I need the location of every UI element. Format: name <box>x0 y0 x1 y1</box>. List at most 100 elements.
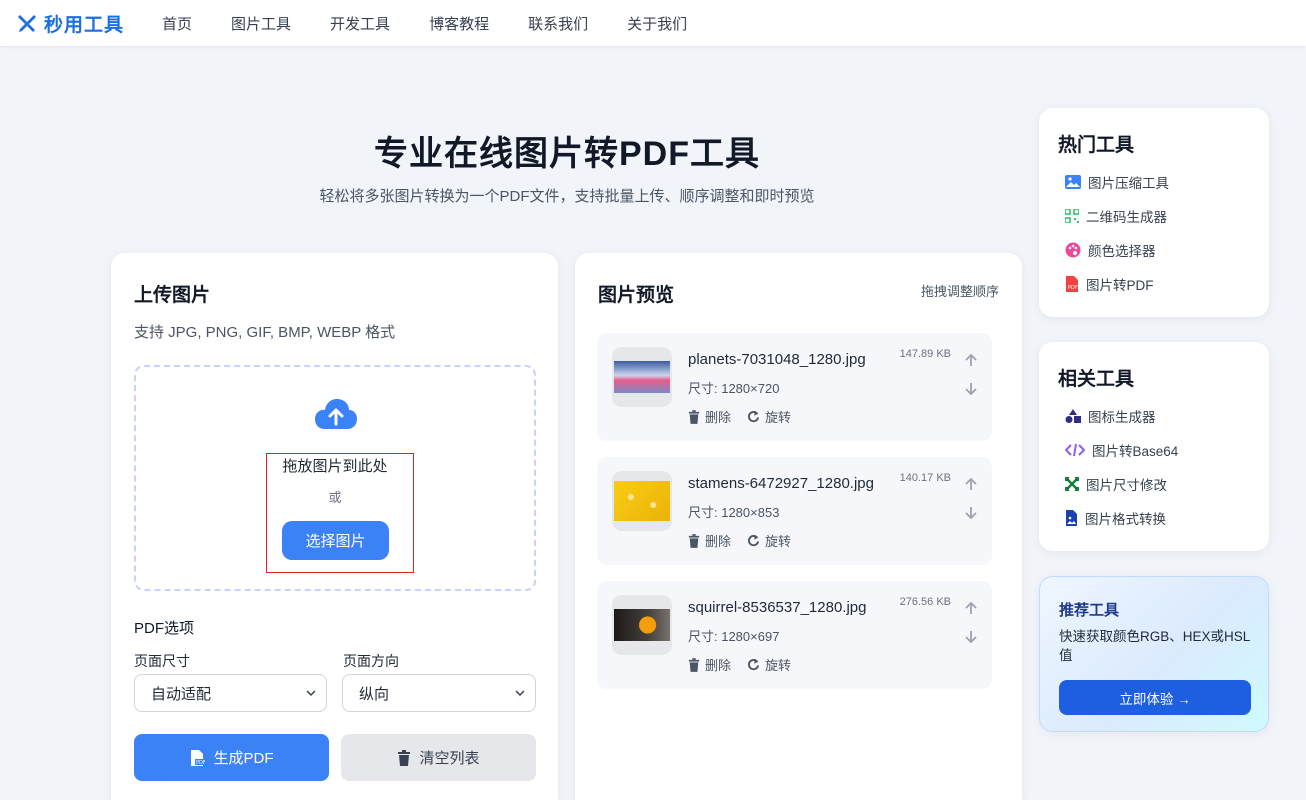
delete-label: 删除 <box>705 534 732 549</box>
hot-tool-qrcode[interactable]: 二维码生成器 <box>1065 206 1167 226</box>
move-down-icon[interactable] <box>964 382 978 396</box>
clear-list-button[interactable]: 清空列表 <box>341 734 536 781</box>
qrcode-icon <box>1065 209 1079 223</box>
shapes-icon <box>1065 409 1081 423</box>
generate-pdf-button[interactable]: PDF 生成PDF <box>134 734 329 781</box>
file-dimensions: 尺寸: 1280×697 <box>688 629 780 644</box>
hot-tools-card: 热门工具 图片压缩工具 二维码生成器 颜色选择器 PDF 图片转PDF <box>1039 108 1269 317</box>
move-up-icon[interactable] <box>964 477 978 491</box>
page-size-label: 页面尺寸 <box>134 653 190 669</box>
nav-dev-tools[interactable]: 开发工具 <box>330 13 390 34</box>
file-thumbnail <box>612 347 672 407</box>
delete-label: 删除 <box>705 410 732 425</box>
file-thumbnail <box>612 595 672 655</box>
move-down-icon[interactable] <box>964 506 978 520</box>
orientation-select[interactable]: 纵向 <box>342 674 536 712</box>
delete-button[interactable]: 删除 <box>688 531 731 550</box>
svg-text:PDF: PDF <box>196 760 205 766</box>
code-icon <box>1065 443 1085 457</box>
file-dimensions: 尺寸: 1280×853 <box>688 505 780 520</box>
related-tool-icon-generator[interactable]: 图标生成器 <box>1065 406 1156 426</box>
related-tool-label: 图片转Base64 <box>1092 444 1179 459</box>
chevron-down-icon <box>515 690 525 697</box>
file-name: stamens-6472927_1280.jpg <box>688 475 874 492</box>
file-item[interactable]: planets-7031048_1280.jpg 147.89 KB 尺寸: 1… <box>597 333 992 441</box>
file-image-icon <box>1066 510 1077 526</box>
related-tool-format-convert[interactable]: 图片格式转换 <box>1065 508 1166 528</box>
trash-icon <box>688 657 700 672</box>
orientation-value: 纵向 <box>359 685 390 703</box>
page-subtitle: 轻松将多张图片转换为一个PDF文件，支持批量上传、顺序调整和即时预览 <box>319 188 815 205</box>
supported-formats: 支持 JPG, PNG, GIF, BMP, WEBP 格式 <box>134 324 396 341</box>
nav-home[interactable]: 首页 <box>162 13 192 34</box>
page-size-select[interactable]: 自动适配 <box>134 674 327 712</box>
hot-tool-label: 颜色选择器 <box>1088 244 1156 259</box>
rotate-button[interactable]: 旋转 <box>747 407 791 426</box>
generate-pdf-label: 生成PDF <box>213 750 274 767</box>
nav-image-tools[interactable]: 图片工具 <box>231 13 291 34</box>
related-tool-label: 图片尺寸修改 <box>1086 478 1167 493</box>
file-name: squirrel-8536537_1280.jpg <box>688 599 867 616</box>
file-item[interactable]: squirrel-8536537_1280.jpg 276.56 KB 尺寸: … <box>597 581 992 689</box>
promo-description: 快速获取颜色RGB、HEX或HSL值 <box>1059 629 1251 663</box>
file-pdf-icon: PDF <box>191 749 206 766</box>
trash-icon <box>688 409 700 424</box>
hot-tool-label: 二维码生成器 <box>1086 210 1167 225</box>
delete-button[interactable]: 删除 <box>688 655 731 674</box>
rotate-label: 旋转 <box>765 410 792 425</box>
hot-tool-image-compress[interactable]: 图片压缩工具 <box>1065 172 1169 192</box>
tools-icon <box>18 15 36 32</box>
cloud-upload-icon <box>315 399 357 429</box>
rotate-button[interactable]: 旋转 <box>747 531 791 550</box>
hot-tool-image-to-pdf[interactable]: PDF 图片转PDF <box>1065 274 1154 294</box>
image-icon <box>1065 175 1081 189</box>
logo-text: 秒用工具 <box>44 14 125 36</box>
top-navbar: 秒用工具 首页 图片工具 开发工具 博客教程 联系我们 关于我们 <box>0 0 1306 46</box>
palette-icon <box>1065 242 1081 258</box>
highlight-box <box>266 453 414 573</box>
rotate-label: 旋转 <box>765 658 792 673</box>
delete-label: 删除 <box>705 658 732 673</box>
drag-hint: 拖拽调整顺序 <box>920 284 999 299</box>
file-pdf-icon: PDF <box>1066 276 1078 292</box>
logo[interactable]: 秒用工具 <box>16 10 124 37</box>
move-up-icon[interactable] <box>964 601 978 615</box>
resize-icon <box>1065 477 1079 491</box>
rotate-icon <box>748 658 760 671</box>
move-up-icon[interactable] <box>964 353 978 367</box>
hot-tool-label: 图片压缩工具 <box>1088 176 1169 191</box>
related-tool-label: 图标生成器 <box>1088 410 1156 425</box>
orientation-label: 页面方向 <box>343 653 399 669</box>
upload-card: 上传图片 支持 JPG, PNG, GIF, BMP, WEBP 格式 拖放图片… <box>111 253 558 800</box>
related-tool-label: 图片格式转换 <box>1085 512 1166 527</box>
nav-contact[interactable]: 联系我们 <box>528 13 588 34</box>
page-size-value: 自动适配 <box>151 685 212 703</box>
rotate-label: 旋转 <box>765 534 792 549</box>
svg-text:PDF: PDF <box>1068 285 1078 291</box>
hot-tool-label: 图片转PDF <box>1086 278 1154 293</box>
rotate-icon <box>748 410 760 423</box>
related-tool-base64[interactable]: 图片转Base64 <box>1065 440 1178 460</box>
move-down-icon[interactable] <box>964 630 978 644</box>
drop-zone[interactable]: 拖放图片到此处 或 选择图片 <box>134 365 536 591</box>
file-item[interactable]: stamens-6472927_1280.jpg 140.17 KB 尺寸: 1… <box>597 457 992 565</box>
trash-icon <box>398 749 411 766</box>
page-title: 专业在线图片转PDF工具 <box>374 135 760 173</box>
hot-tool-color-picker[interactable]: 颜色选择器 <box>1065 240 1156 260</box>
file-size: 276.56 KB <box>899 596 951 608</box>
file-thumbnail <box>612 471 672 531</box>
related-tools-card: 相关工具 图标生成器 图片转Base64 图片尺寸修改 图片格式转换 <box>1039 342 1269 551</box>
delete-button[interactable]: 删除 <box>688 407 731 426</box>
file-size: 140.17 KB <box>899 472 951 484</box>
file-name: planets-7031048_1280.jpg <box>688 351 866 368</box>
rotate-button[interactable]: 旋转 <box>747 655 791 674</box>
nav-blog[interactable]: 博客教程 <box>429 13 489 34</box>
preview-title: 图片预览 <box>598 285 675 306</box>
try-now-button[interactable]: 立即体验 → <box>1059 680 1251 715</box>
rotate-icon <box>748 534 760 547</box>
nav-about[interactable]: 关于我们 <box>627 13 687 34</box>
file-dimensions: 尺寸: 1280×720 <box>688 381 780 396</box>
promo-card: 推荐工具 快速获取颜色RGB、HEX或HSL值 立即体验 → <box>1039 576 1269 732</box>
hot-tools-title: 热门工具 <box>1058 135 1135 156</box>
related-tool-resize[interactable]: 图片尺寸修改 <box>1065 474 1167 494</box>
